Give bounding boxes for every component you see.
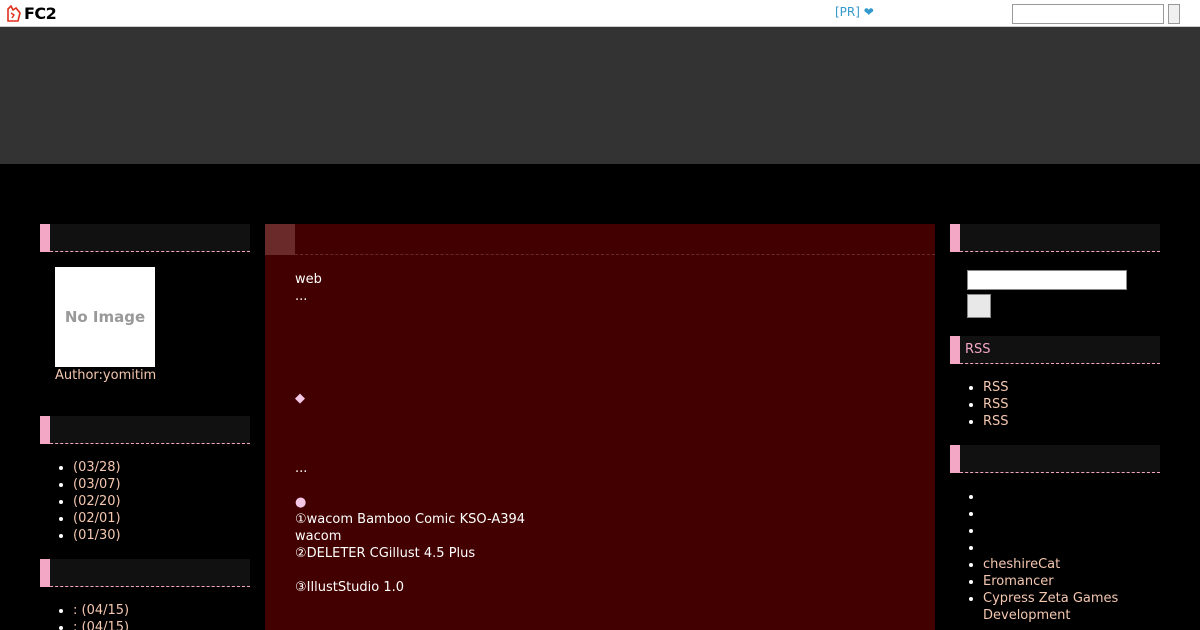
fc2-logo[interactable]: FC2 bbox=[6, 4, 57, 23]
recent-comments-block: : (04/15) : (04/15) bbox=[40, 587, 250, 630]
link-item[interactable]: Eromancer bbox=[983, 574, 1054, 589]
block-title-marker bbox=[950, 336, 960, 364]
recent-entry-link[interactable]: (02/20) bbox=[73, 494, 121, 509]
recent-entries-list: (03/28) (03/07) (02/20) (02/01) (01/30) bbox=[55, 459, 235, 544]
main-content: web ... ◆ ... ● ①wacom Bamboo Comic KSO-… bbox=[265, 224, 935, 630]
recent-entries-block: (03/28) (03/07) (02/20) (02/01) (01/30) bbox=[40, 444, 250, 559]
links-block: ​ ​ ​ ​ cheshireCat Eromancer Cypress Ze… bbox=[950, 473, 1160, 624]
diamond-bullet: ◆ bbox=[295, 391, 305, 406]
rss-list: RSS RSS RSS bbox=[965, 379, 1145, 430]
post-text-line: ● bbox=[295, 494, 905, 511]
rss-link[interactable]: RSS bbox=[983, 397, 1009, 412]
rss-link[interactable]: RSS bbox=[983, 414, 1009, 429]
list-item[interactable]: ​ bbox=[983, 539, 1145, 556]
recent-comment-link[interactable]: : (04/15) bbox=[73, 620, 129, 630]
link-item[interactable]: cheshireCat bbox=[983, 557, 1060, 572]
recent-entry-link[interactable]: (01/30) bbox=[73, 528, 121, 543]
list-item[interactable]: (01/30) bbox=[73, 527, 235, 544]
author-name: Author:yomitim bbox=[55, 368, 157, 383]
left-sidebar: No Image Author:yomitim (03/28) (03/07) … bbox=[40, 224, 250, 630]
recent-entries-block-title bbox=[40, 416, 250, 444]
sidebar-search-button[interactable] bbox=[967, 294, 991, 318]
list-item[interactable]: cheshireCat bbox=[983, 556, 1145, 573]
fc2-fox-icon bbox=[7, 5, 21, 22]
pr-link[interactable]: [PR] ❤ bbox=[835, 5, 874, 19]
block-title-marker bbox=[950, 224, 960, 252]
recent-entry-link[interactable]: (03/07) bbox=[73, 477, 121, 492]
search-block-title bbox=[950, 224, 1160, 252]
post-text-line: ③IllustStudio 1.0 bbox=[295, 580, 405, 595]
list-item[interactable]: ​ bbox=[983, 505, 1145, 522]
blog-header-banner bbox=[0, 27, 1200, 164]
link-item[interactable]: Cypress Zeta Games Development bbox=[983, 591, 1118, 623]
post-body: web ... ◆ ... ● ①wacom Bamboo Comic KSO-… bbox=[265, 255, 935, 596]
links-block-title bbox=[950, 445, 1160, 473]
profile-avatar: No Image bbox=[55, 267, 155, 367]
no-image-label: No Image bbox=[64, 308, 146, 326]
profile-block-title bbox=[40, 224, 250, 252]
list-item[interactable]: (03/07) bbox=[73, 476, 235, 493]
post-title-marker bbox=[265, 224, 295, 255]
recent-entry-link[interactable]: (02/01) bbox=[73, 511, 121, 526]
right-sidebar: RSS RSS RSS RSS ​ ​ ​ ​ cheshireCat Erom… bbox=[950, 224, 1160, 624]
top-search-input[interactable] bbox=[1012, 4, 1164, 24]
list-item[interactable]: : (04/15) bbox=[73, 619, 235, 630]
list-item[interactable]: ​ bbox=[983, 488, 1145, 505]
block-title-marker bbox=[40, 416, 50, 444]
post-text-line: ◆ bbox=[295, 390, 905, 409]
block-title-marker bbox=[950, 445, 960, 473]
list-item[interactable]: (03/28) bbox=[73, 459, 235, 476]
list-item[interactable]: Cypress Zeta Games Development bbox=[983, 590, 1145, 624]
circle-bullet: ● bbox=[295, 495, 307, 510]
post-text-line: web bbox=[295, 272, 322, 287]
list-item[interactable]: RSS bbox=[983, 396, 1145, 413]
rss-link[interactable]: RSS bbox=[983, 380, 1009, 395]
block-title-marker bbox=[40, 559, 50, 587]
fc2-logo-text: FC2 bbox=[24, 4, 57, 23]
search-block bbox=[950, 252, 1160, 336]
recent-entry-link[interactable]: (03/28) bbox=[73, 460, 121, 475]
rss-block: RSS RSS RSS bbox=[950, 364, 1160, 445]
post-text-line: wacom bbox=[295, 529, 342, 544]
post-text-line: ①wacom Bamboo Comic KSO-A394 bbox=[295, 512, 526, 527]
rss-block-title: RSS bbox=[950, 336, 1160, 364]
list-item[interactable]: (02/20) bbox=[73, 493, 235, 510]
recent-comments-list: : (04/15) : (04/15) bbox=[55, 602, 235, 630]
top-search-button[interactable] bbox=[1168, 4, 1180, 24]
block-title-marker bbox=[40, 224, 50, 252]
post-title-bar bbox=[265, 224, 935, 255]
links-list: ​ ​ ​ ​ cheshireCat Eromancer Cypress Ze… bbox=[965, 488, 1145, 624]
list-item[interactable]: Eromancer bbox=[983, 573, 1145, 590]
post-text-line: ... bbox=[295, 461, 308, 476]
post-text-line: ... bbox=[295, 289, 308, 304]
list-item[interactable]: : (04/15) bbox=[73, 602, 235, 619]
list-item[interactable]: ​ bbox=[983, 522, 1145, 539]
list-item[interactable]: (02/01) bbox=[73, 510, 235, 527]
sidebar-search-input[interactable] bbox=[967, 270, 1127, 290]
recent-comments-block-title bbox=[40, 559, 250, 587]
list-item[interactable]: RSS bbox=[983, 413, 1145, 430]
list-item[interactable]: RSS bbox=[983, 379, 1145, 396]
post-text-line: ②DELETER CGillust 4.5 Plus bbox=[295, 546, 476, 561]
profile-block: No Image Author:yomitim bbox=[40, 252, 250, 416]
fc2-topbar: FC2 [PR] ❤ bbox=[0, 0, 1200, 27]
recent-comment-link[interactable]: : (04/15) bbox=[73, 603, 129, 618]
rss-title: RSS bbox=[965, 342, 991, 357]
